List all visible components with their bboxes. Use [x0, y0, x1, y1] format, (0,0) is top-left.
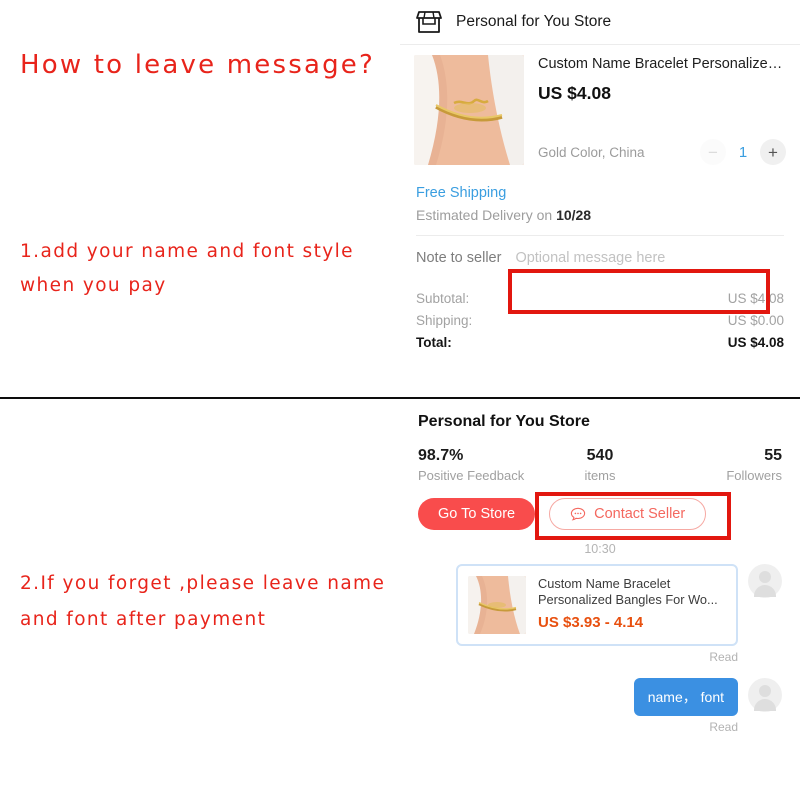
store-title: Personal for You Store — [418, 413, 590, 430]
highlight-box-note-field — [508, 269, 770, 314]
quantity-increment-button[interactable]: + — [760, 139, 786, 165]
avatar-body-icon — [754, 585, 776, 597]
product-title: Custom Name Bracelet Personalized B... — [538, 56, 786, 72]
annotation-step2-line1: 2.If you forget ,please leave name — [20, 573, 386, 594]
store-chat-panel: Personal for You Store 98.7% Positive Fe… — [400, 399, 800, 800]
chat-user-bubble[interactable]: name， font — [633, 678, 738, 716]
quantity-stepper[interactable]: − 1 + — [700, 139, 786, 165]
stat-items: 540 items — [539, 447, 660, 483]
quantity-value: 1 — [738, 143, 748, 161]
total-value: US $4.08 — [727, 335, 784, 350]
estimated-delivery: Estimated Delivery on 10/28 — [416, 207, 784, 223]
annotation-step2-line2: and font after payment — [20, 609, 267, 630]
stat-label: Positive Feedback — [418, 468, 525, 483]
checkout-product-row[interactable]: Custom Name Bracelet Personalized B... U… — [400, 45, 800, 173]
shipping-label: Shipping: — [416, 313, 473, 328]
chat-message-text: name， font — [418, 678, 782, 716]
eta-date: 10/28 — [556, 207, 592, 223]
avatar[interactable] — [748, 678, 782, 712]
stat-label: items — [584, 468, 616, 483]
chat-timestamp: 10:30 — [584, 542, 616, 556]
bracelet-photo — [414, 55, 524, 165]
highlight-box-contact-seller — [535, 492, 731, 540]
chat-product-thumbnail[interactable] — [468, 576, 526, 634]
stat-value: 98.7% — [418, 447, 464, 464]
total-label: Total: — [416, 335, 452, 350]
chat-message-product: Custom Name Bracelet Personalized Bangle… — [418, 564, 782, 646]
stat-followers: 55 Followers — [661, 447, 782, 483]
stat-positive-feedback: 98.7% Positive Feedback — [418, 447, 539, 483]
product-variant[interactable]: Gold Color, China — [538, 145, 645, 160]
note-to-seller-label: Note to seller — [416, 250, 502, 266]
shop-icon — [416, 11, 442, 33]
stat-value: 540 — [586, 447, 614, 464]
chat-read-receipt-1: Read — [709, 650, 738, 664]
annotation-step1-line1: 1.add your name and font style — [20, 241, 354, 262]
chat-product-price: US $3.93 - 4.14 — [538, 614, 644, 631]
go-to-store-button[interactable]: Go To Store — [418, 498, 536, 530]
shipping-block: Free Shipping Estimated Delivery on 10/2… — [400, 173, 800, 235]
free-shipping-label[interactable]: Free Shipping — [416, 185, 784, 201]
bracelet-photo-small — [468, 576, 526, 634]
annotation-title: How to leave message? — [20, 50, 376, 80]
eta-prefix: Estimated Delivery on — [416, 207, 557, 223]
chat-read-receipt-2: Read — [709, 720, 738, 734]
quantity-decrement-button[interactable]: − — [700, 139, 726, 165]
table-row: Total: US $4.08 — [416, 332, 784, 354]
store-stats: 98.7% Positive Feedback 540 items 55 Fol… — [418, 447, 782, 483]
product-thumbnail[interactable] — [414, 55, 524, 165]
avatar-body-icon — [754, 699, 776, 711]
avatar-head-icon — [759, 571, 771, 583]
subtotal-label: Subtotal: — [416, 291, 470, 306]
avatar[interactable] — [748, 564, 782, 598]
checkout-store-name: Personal for You Store — [456, 13, 612, 30]
annotation-step1-line2: when you pay — [20, 275, 167, 296]
chat-thread: 10:30 Custom Name Bracelet Personalized … — [400, 542, 800, 734]
stat-label: Followers — [726, 468, 782, 483]
checkout-panel: Personal for You Store Custom Name Brace… — [400, 0, 800, 397]
avatar-head-icon — [759, 685, 771, 697]
chat-product-title: Custom Name Bracelet Personalized Bangle… — [538, 576, 718, 607]
product-price: US $4.08 — [538, 83, 611, 103]
note-to-seller-input[interactable] — [515, 250, 784, 266]
checkout-store-header[interactable]: Personal for You Store — [400, 0, 800, 44]
stat-value: 55 — [764, 447, 782, 464]
screenshot-root: How to leave message? 1.add your name an… — [0, 0, 800, 800]
chat-product-card[interactable]: Custom Name Bracelet Personalized Bangle… — [456, 564, 738, 646]
